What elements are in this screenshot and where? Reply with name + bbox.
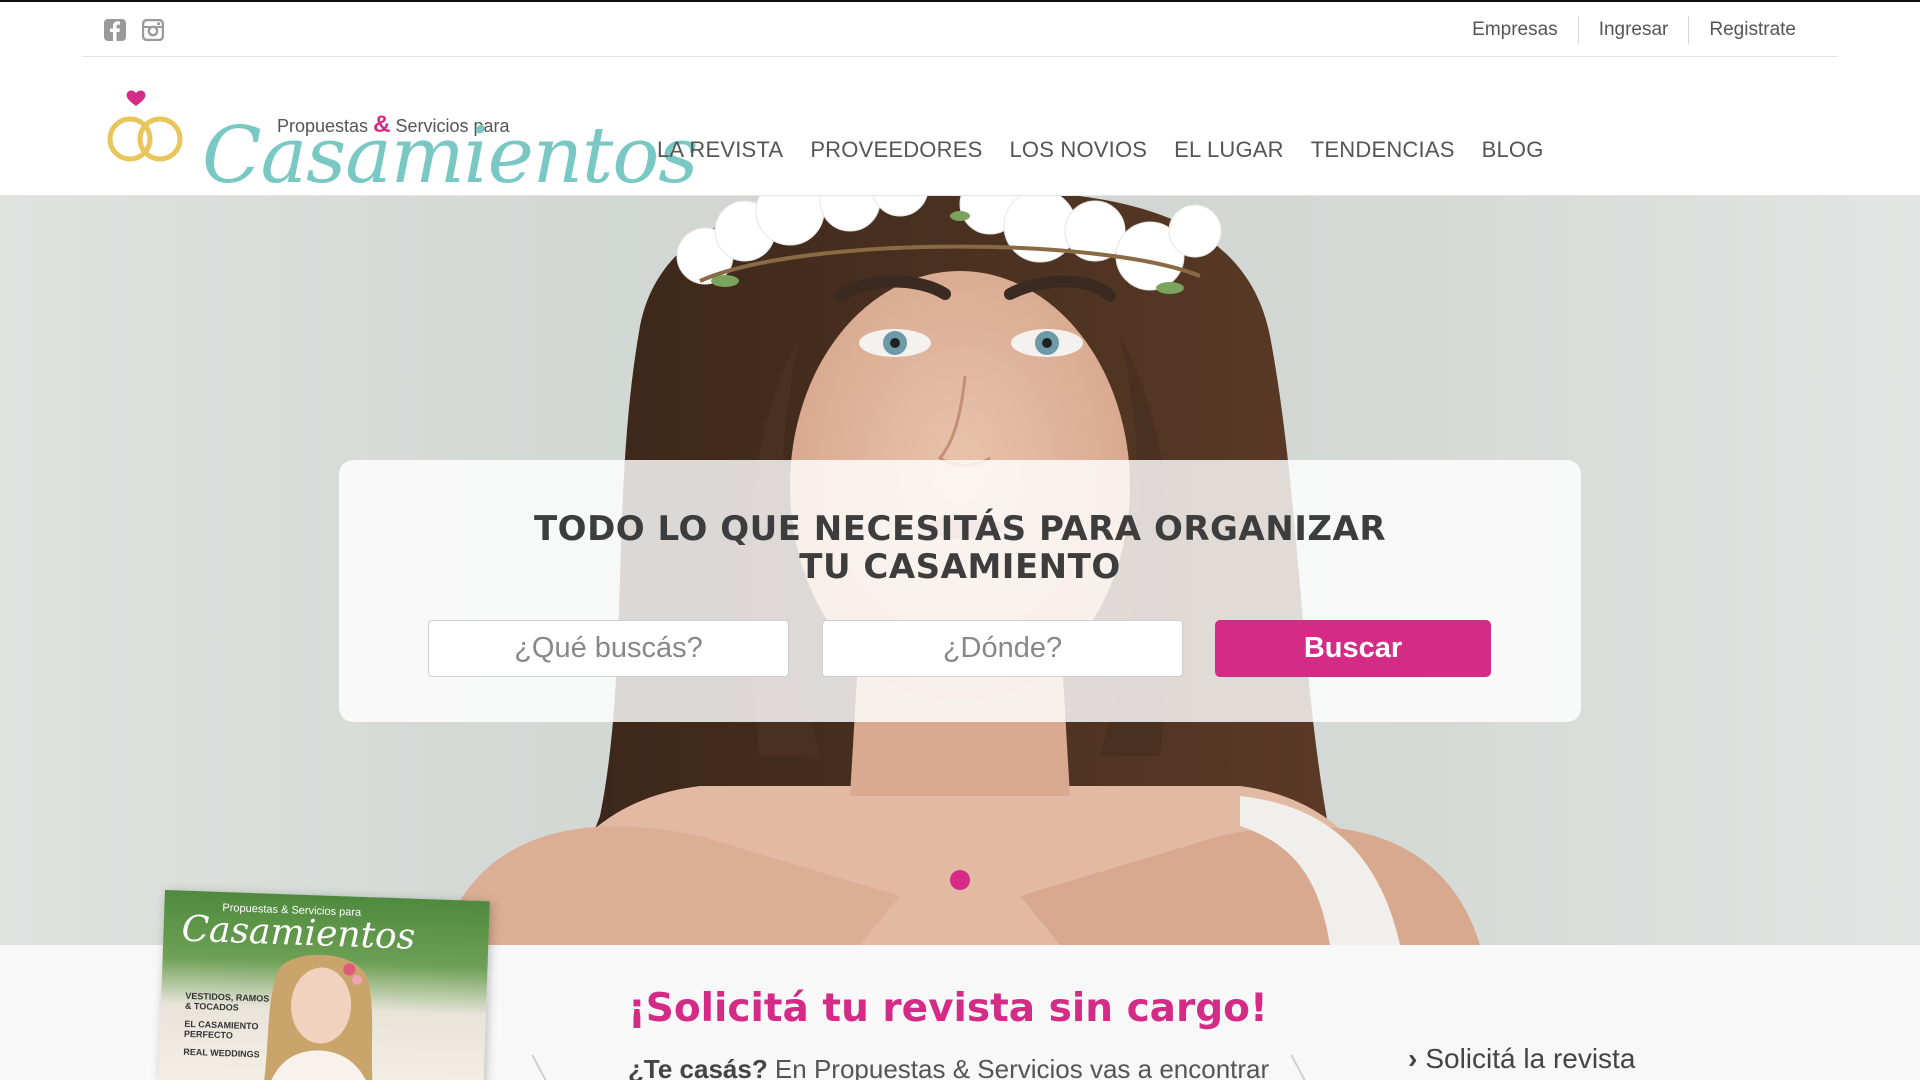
top-bar-inner: Empresas Ingresar Registrate [82,2,1838,57]
top-bar: Empresas Ingresar Registrate [0,0,1920,57]
search-panel: TODO LO QUE NECESITÁS PARA ORGANIZAR TU … [339,460,1581,722]
chevron-right-icon: › [1408,1043,1418,1074]
empresas-link[interactable]: Empresas [1452,16,1578,44]
registrate-link[interactable]: Registrate [1688,16,1816,44]
magazine-headline: REAL WEDDINGS [183,1046,260,1060]
where-search-input[interactable]: ¿Dónde? [822,620,1183,677]
magazine-headlines: VESTIDOS, RAMOS & TOCADOS EL CASAMIENTO … [183,991,276,1068]
nav-los-novios[interactable]: LOS NOVIOS [1009,137,1147,163]
site-logo[interactable]: Propuestas & Servicios para Casamientos [104,87,698,201]
social-links [104,18,165,42]
request-magazine-link[interactable]: › Solicitá la revista [1408,1043,1635,1075]
main-nav: LA REVISTA PROVEEDORES LOS NOVIOS EL LUG… [657,137,1571,163]
promo-title: ¡Solicitá tu revista sin cargo! [628,986,1268,1031]
instagram-icon[interactable] [141,18,165,42]
magazine-bride-image [263,954,374,1080]
nav-tendencias[interactable]: TENDENCIAS [1311,137,1455,163]
nav-proveedores[interactable]: PROVEEDORES [810,137,982,163]
nav-la-revista[interactable]: LA REVISTA [657,137,783,163]
hero-slider: TODO LO QUE NECESITÁS PARA ORGANIZAR TU … [0,196,1920,945]
magazine-headline: VESTIDOS, RAMOS & TOCADOS [184,990,270,1013]
facebook-icon[interactable] [104,19,126,41]
logo-title: Casamientos [202,111,698,201]
nav-blog[interactable]: BLOG [1482,137,1544,163]
ingresar-link[interactable]: Ingresar [1577,16,1689,44]
what-search-input[interactable]: ¿Qué buscás? [428,620,789,677]
rings-logo-icon [107,90,183,162]
promo-text: ¿Te casás? En Propuestas & Servicios vas… [628,1054,1270,1080]
account-links: Empresas Ingresar Registrate [1452,16,1816,44]
search-button[interactable]: Buscar [1215,620,1491,677]
magazine-cover[interactable]: Propuestas & Servicios para Casamientos … [158,890,490,1080]
site-header: Propuestas & Servicios para Casamientos … [0,57,1920,201]
hero-title: TODO LO QUE NECESITÁS PARA ORGANIZAR TU … [533,509,1386,587]
slider-dot-active[interactable] [950,870,970,890]
nav-el-lugar[interactable]: EL LUGAR [1174,137,1284,163]
magazine-headline: EL CASAMIENTO PERFECTO [183,1018,259,1041]
